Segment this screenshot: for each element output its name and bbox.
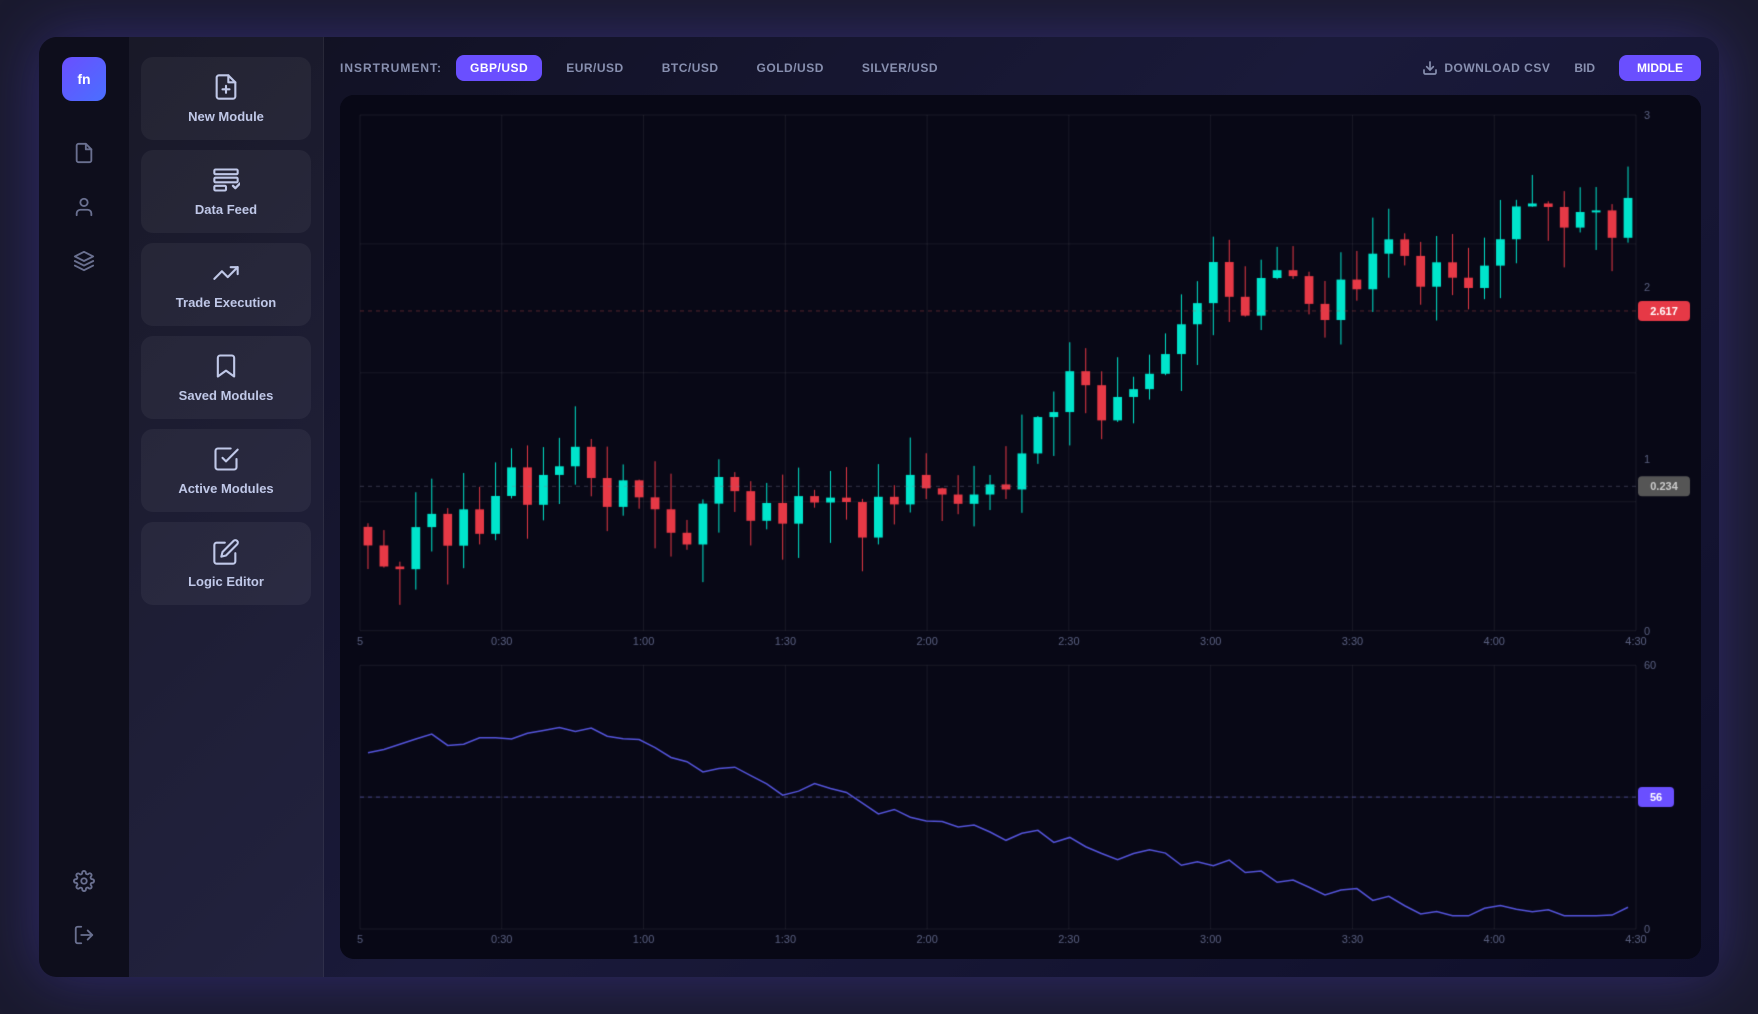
menu-item-trade-execution[interactable]: Trade Execution <box>141 243 311 326</box>
trade-execution-icon <box>212 259 240 287</box>
app-container: fn <box>39 37 1719 977</box>
instrument-gold-usd[interactable]: GOLD/USD <box>743 55 838 81</box>
menu-item-saved-modules[interactable]: Saved Modules <box>141 336 311 419</box>
menu-item-active-modules[interactable]: Active Modules <box>141 429 311 512</box>
menu-item-data-feed[interactable]: Data Feed <box>141 150 311 233</box>
instrument-gbp-usd[interactable]: GBP/USD <box>456 55 542 81</box>
download-icon <box>1422 60 1438 76</box>
data-feed-icon <box>212 166 240 194</box>
instrument-eur-usd[interactable]: EUR/USD <box>552 55 638 81</box>
logic-editor-label: Logic Editor <box>188 574 264 589</box>
download-csv-button[interactable]: DOWNLOAD CSV <box>1422 60 1550 76</box>
sidebar-item-logout[interactable] <box>62 913 106 957</box>
sidebar-item-layers[interactable] <box>62 239 106 283</box>
active-modules-icon <box>212 445 240 473</box>
data-feed-label: Data Feed <box>195 202 257 217</box>
download-csv-label: DOWNLOAD CSV <box>1444 61 1550 75</box>
new-module-icon <box>212 73 240 101</box>
trade-execution-label: Trade Execution <box>176 295 276 310</box>
menu-item-new-module[interactable]: New Module <box>141 57 311 140</box>
active-modules-label: Active Modules <box>178 481 273 496</box>
instrument-silver-usd[interactable]: SILVER/USD <box>848 55 952 81</box>
chart-container <box>340 95 1701 959</box>
sidebar-item-user[interactable] <box>62 185 106 229</box>
saved-modules-label: Saved Modules <box>179 388 274 403</box>
logic-editor-icon <box>212 538 240 566</box>
price-chart <box>340 95 1701 959</box>
new-module-label: New Module <box>188 109 264 124</box>
bid-button[interactable]: BID <box>1560 55 1609 81</box>
main-content: INSRTRUMENT: GBP/USD EUR/USD BTC/USD GOL… <box>324 37 1719 977</box>
sidebar-item-settings[interactable] <box>62 859 106 903</box>
middle-button[interactable]: MIDDLE <box>1619 55 1701 81</box>
menu-item-logic-editor[interactable]: Logic Editor <box>141 522 311 605</box>
menu-panel: New Module Data Feed Trade Execution <box>129 37 324 977</box>
instrument-btc-usd[interactable]: BTC/USD <box>648 55 733 81</box>
saved-modules-icon <box>212 352 240 380</box>
sidebar-narrow: fn <box>39 37 129 977</box>
sidebar-logo: fn <box>62 57 106 101</box>
instrument-label: INSRTRUMENT: <box>340 61 442 75</box>
toolbar: INSRTRUMENT: GBP/USD EUR/USD BTC/USD GOL… <box>340 55 1701 81</box>
sidebar-item-document[interactable] <box>62 131 106 175</box>
